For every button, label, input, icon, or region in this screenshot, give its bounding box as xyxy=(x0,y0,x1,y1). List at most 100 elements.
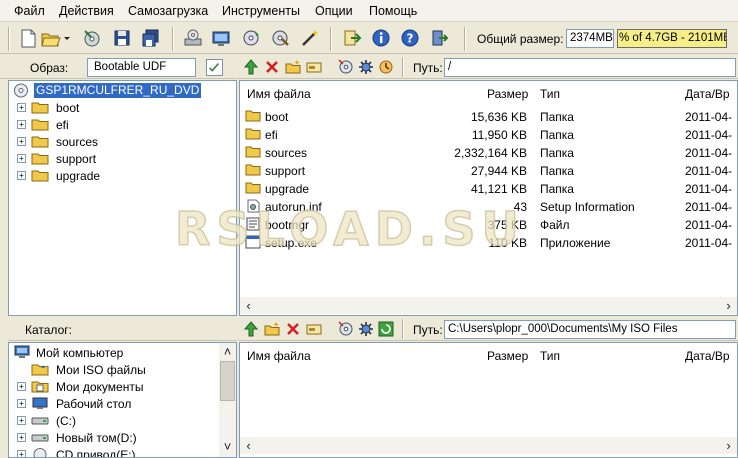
column-header-type[interactable]: Тип xyxy=(540,87,560,101)
total-size-label: Общий размер: xyxy=(477,32,564,46)
expand-icon[interactable]: + xyxy=(17,450,26,457)
expand-icon[interactable]: + xyxy=(17,154,26,163)
column-header-size[interactable]: Размер xyxy=(487,87,528,101)
expand-icon[interactable]: + xyxy=(17,137,26,146)
tree-item-label: (C:) xyxy=(56,414,76,428)
new-icon[interactable] xyxy=(17,27,39,49)
expand-icon[interactable]: + xyxy=(17,120,26,129)
tree-item[interactable]: + Новый том(D:) xyxy=(17,430,217,446)
new-folder-icon[interactable] xyxy=(284,58,302,76)
refresh-icon[interactable] xyxy=(377,58,395,76)
expand-icon[interactable]: + xyxy=(17,103,26,112)
file-row[interactable]: bootmgr 375 KB Файл 2011-04- xyxy=(240,216,737,234)
tree-item[interactable]: + (C:) xyxy=(17,413,217,429)
expand-icon[interactable]: + xyxy=(17,382,26,391)
file-row[interactable]: boot 15,636 KB Папка 2011-04- xyxy=(240,108,737,126)
scroll-right-icon[interactable]: › xyxy=(720,437,737,454)
save-icon[interactable] xyxy=(111,27,133,49)
folder-icon xyxy=(245,181,261,195)
open-dropdown-icon[interactable] xyxy=(62,27,72,49)
compress-icon[interactable] xyxy=(240,27,262,49)
menu-file[interactable]: Файл xyxy=(14,4,45,18)
tree-item[interactable]: + sources xyxy=(17,134,217,150)
scroll-thumb[interactable] xyxy=(220,361,235,401)
help-icon[interactable]: ? xyxy=(399,27,421,49)
menu-options[interactable]: Опции xyxy=(315,4,353,18)
rename-icon[interactable] xyxy=(305,320,323,338)
image-list-hscroll[interactable]: ‹ › xyxy=(240,297,737,314)
expand-icon[interactable]: + xyxy=(17,433,26,442)
expand-icon[interactable]: + xyxy=(17,416,26,425)
export-icon[interactable] xyxy=(341,27,363,49)
file-row[interactable]: support 27,944 KB Папка 2011-04- xyxy=(240,162,737,180)
tree-item[interactable]: + Мои документы xyxy=(17,379,217,395)
scroll-left-icon[interactable]: ‹ xyxy=(240,297,257,314)
column-header-type[interactable]: Тип xyxy=(540,349,560,363)
info-icon[interactable] xyxy=(370,27,392,49)
computer-icon xyxy=(13,345,31,360)
local-list-hscroll[interactable]: ‹ › xyxy=(240,437,737,454)
local-file-list: Имя файла Размер Тип Дата/Вр ‹ › xyxy=(239,342,738,458)
exit-icon[interactable] xyxy=(428,27,450,49)
file-size: 375 KB xyxy=(487,218,527,232)
tree-item[interactable]: + upgrade xyxy=(17,168,217,184)
expand-icon[interactable]: + xyxy=(17,399,26,408)
checksum-icon[interactable] xyxy=(270,27,292,49)
file-row[interactable]: autorun.inf 43 Setup Information 2011-04… xyxy=(240,198,737,216)
add-files-icon[interactable] xyxy=(337,58,355,76)
delete-icon[interactable] xyxy=(284,320,302,338)
column-header-date[interactable]: Дата/Вр xyxy=(685,349,730,363)
save-as-icon[interactable] xyxy=(140,27,162,49)
file-row[interactable]: sources 2,332,164 KB Папка 2011-04- xyxy=(240,144,737,162)
tree-item[interactable]: + Рабочий стол xyxy=(17,396,217,412)
tree-item[interactable]: Мои ISO файлы xyxy=(17,362,217,378)
delete-icon[interactable] xyxy=(263,58,281,76)
column-header-name[interactable]: Имя файла xyxy=(247,87,311,101)
menu-boot[interactable]: Самозагрузка xyxy=(128,4,208,18)
tree-item[interactable]: + support xyxy=(17,151,217,167)
file-size: 27,944 KB xyxy=(470,164,527,178)
local-tree-vscroll[interactable]: ˄ ˅ xyxy=(219,343,236,457)
properties-icon[interactable] xyxy=(357,58,375,76)
image-path-field[interactable]: / xyxy=(444,58,736,77)
settings-file-icon xyxy=(245,199,261,213)
menu-actions[interactable]: Действия xyxy=(59,4,114,18)
scroll-up-icon[interactable]: ˄ xyxy=(219,343,236,360)
scroll-down-icon[interactable]: ˅ xyxy=(219,438,236,455)
image-type-field[interactable]: Bootable UDF xyxy=(87,58,196,77)
expand-icon[interactable]: + xyxy=(17,171,26,180)
file-type: Папка xyxy=(540,182,574,196)
file-row[interactable]: setup.exe 110 KB Приложение 2011-04- xyxy=(240,234,737,252)
file-row[interactable]: upgrade 41,121 KB Папка 2011-04- xyxy=(240,180,737,198)
menu-tools[interactable]: Инструменты xyxy=(222,4,300,18)
menu-help[interactable]: Помощь xyxy=(369,4,417,18)
tree-root[interactable]: Мой компьютер xyxy=(13,345,213,361)
properties-icon[interactable] xyxy=(357,320,375,338)
tree-item[interactable]: + boot xyxy=(17,100,217,116)
go-up-icon[interactable] xyxy=(242,58,260,76)
tree-item[interactable]: + CD привод(E:) xyxy=(17,447,217,457)
add-files-icon[interactable] xyxy=(337,320,355,338)
local-path-field[interactable]: C:\Users\plopr_000\Documents\My ISO File… xyxy=(444,320,736,339)
app-icon xyxy=(245,235,261,249)
new-folder-icon[interactable] xyxy=(263,320,281,338)
refresh-icon[interactable] xyxy=(377,320,395,338)
rename-icon[interactable] xyxy=(305,58,323,76)
scroll-right-icon[interactable]: › xyxy=(720,297,737,314)
burn-icon[interactable] xyxy=(182,27,204,49)
wizard-icon[interactable] xyxy=(299,27,321,49)
file-size: 43 xyxy=(513,200,527,214)
tree-root[interactable]: GSP1RMCULFRER_RU_DVD xyxy=(13,83,233,99)
file-name: efi xyxy=(265,128,278,142)
image-properties-button[interactable] xyxy=(206,59,223,76)
column-header-name[interactable]: Имя файла xyxy=(247,349,311,363)
column-header-date[interactable]: Дата/Вр xyxy=(685,87,730,101)
tree-item[interactable]: + efi xyxy=(17,117,217,133)
open-icon[interactable] xyxy=(40,27,62,49)
extract-icon[interactable] xyxy=(81,27,103,49)
column-header-size[interactable]: Размер xyxy=(487,349,528,363)
file-row[interactable]: efi 11,950 KB Папка 2011-04- xyxy=(240,126,737,144)
scroll-left-icon[interactable]: ‹ xyxy=(240,437,257,454)
go-up-icon[interactable] xyxy=(242,320,260,338)
mount-icon[interactable] xyxy=(210,27,232,49)
